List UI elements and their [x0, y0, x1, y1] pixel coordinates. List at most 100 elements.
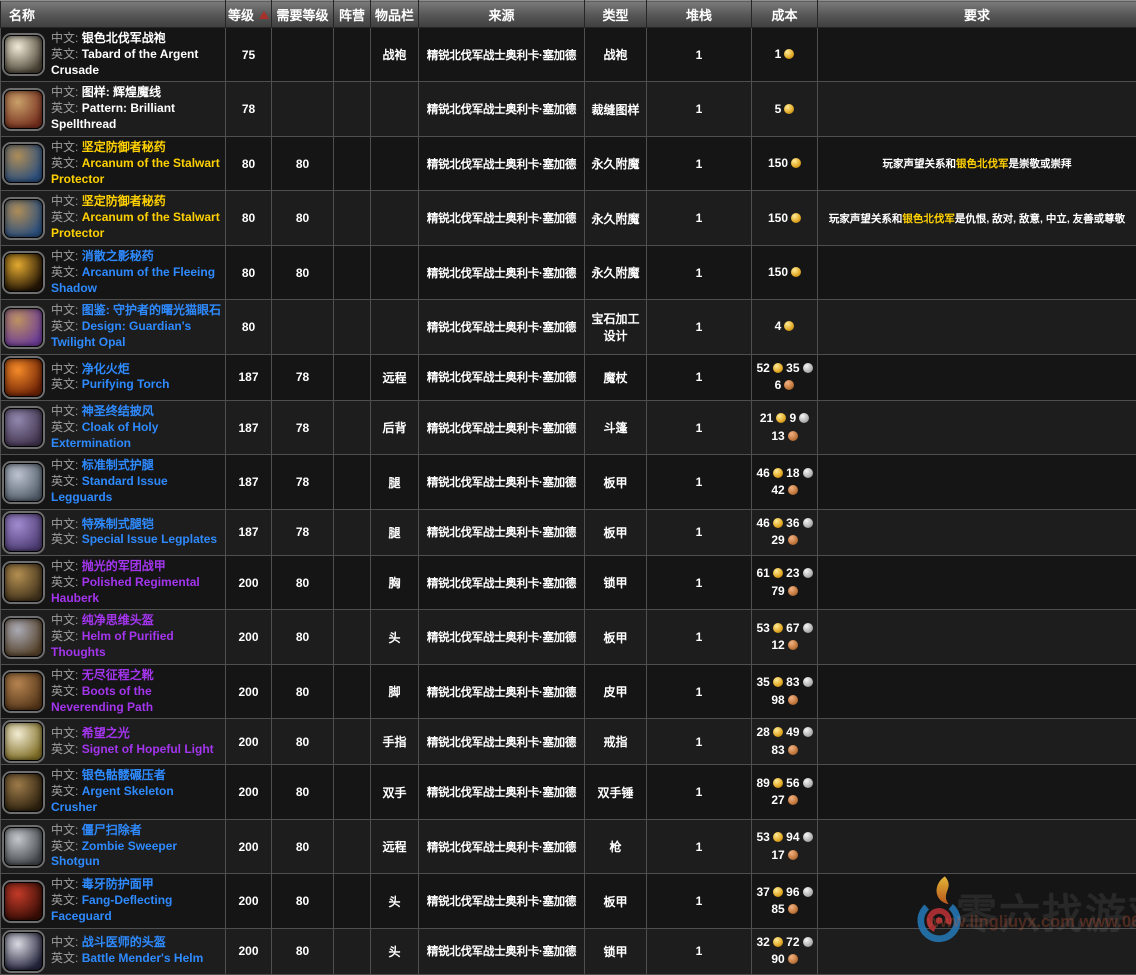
legplates-icon[interactable] [4, 513, 43, 552]
column-header-requirements[interactable]: 要求 [818, 1, 1136, 28]
cost-gold-silver: 53 67 [754, 620, 815, 637]
legguards-icon[interactable] [4, 463, 43, 502]
slot-cell: 头 [371, 610, 419, 664]
item-name-cn-link[interactable]: 消散之影秘药 [82, 249, 154, 263]
gold-coin-icon [791, 158, 801, 168]
item-name-cell: 中文: 无尽征程之靴 英文: Boots of the Neverending … [1, 664, 226, 718]
signet-ring-icon[interactable] [4, 722, 43, 761]
column-header-faction[interactable]: 阵营 [334, 1, 371, 28]
torch-icon[interactable] [4, 358, 43, 397]
column-header-name[interactable]: 名称 [1, 1, 226, 28]
item-name-en-link[interactable]: Battle Mender's Helm [82, 951, 204, 965]
column-label: 来源 [488, 8, 514, 23]
item-name-cn-link[interactable]: 希望之光 [82, 726, 130, 740]
item-name-en-link[interactable]: Signet of Hopeful Light [82, 742, 214, 756]
item-name-cell: 中文: 抛光的军团战甲 英文: Polished Regimental Haub… [1, 555, 226, 609]
source-cell: 精锐北伐军战士奥利卡·塞加德 [419, 354, 585, 400]
table-row: 中文: 图鉴: 守护者的曙光猫眼石 英文: Design: Guardian's… [1, 300, 1136, 354]
slot-cell: 后背 [371, 400, 419, 454]
item-name-cn-link[interactable]: 银色骷髅碾压者 [82, 768, 166, 782]
cost-cell: 150 [752, 245, 818, 299]
item-name-cn-link[interactable]: 图鉴: 守护者的曙光猫眼石 [82, 303, 221, 317]
faction-cell [334, 664, 371, 718]
item-name-cn-link[interactable]: 图样: 辉煌魔线 [82, 85, 161, 99]
required-level-cell: 78 [272, 400, 334, 454]
column-header-stack[interactable]: 堆栈 [647, 1, 752, 28]
slot-cell: 远程 [371, 354, 419, 400]
column-label: 要求 [964, 8, 990, 23]
item-name-cn-link[interactable]: 无尽征程之靴 [82, 668, 154, 682]
faction-cell [334, 28, 371, 82]
item-name-en-link[interactable]: Purifying Torch [82, 377, 170, 391]
cost-copper: 29 [754, 532, 815, 549]
silver-coin-icon [803, 468, 813, 478]
en-label: 英文: [51, 47, 78, 61]
two-hand-mace-icon[interactable] [4, 773, 43, 812]
faceguard-icon[interactable] [4, 882, 43, 921]
cost-cell: 35 83 98 [752, 664, 818, 718]
cloak-icon[interactable] [4, 408, 43, 447]
items-table: 名称 等级 需要等级 阵营 物品栏 来源 类型 堆栈 成本 要求 中文: 银色北… [0, 0, 1136, 975]
item-name-text: 中文: 银色北伐军战袍 英文: Tabard of the Argent Cru… [51, 31, 222, 78]
source-cell: 精锐北伐军战士奥利卡·塞加德 [419, 555, 585, 609]
shadow-arcanum-icon[interactable] [4, 253, 43, 292]
cn-label: 中文: [51, 362, 78, 376]
requirement-cell [818, 765, 1136, 819]
faction-cell [334, 300, 371, 354]
item-name-cell: 中文: 净化火炬 英文: Purifying Torch [1, 354, 226, 400]
shotgun-icon[interactable] [4, 827, 43, 866]
type-cell: 枪 [585, 819, 647, 873]
table-row: 中文: 无尽征程之靴 英文: Boots of the Neverending … [1, 664, 1136, 718]
boots-icon[interactable] [4, 672, 43, 711]
hauberk-icon[interactable] [4, 563, 43, 602]
helm-icon[interactable] [4, 618, 43, 657]
mender-helm-icon[interactable] [4, 932, 43, 971]
item-name-text: 中文: 坚定防御者秘药 英文: Arcanum of the Stalwart … [51, 194, 222, 241]
column-header-cost[interactable]: 成本 [752, 1, 818, 28]
cn-label: 中文: [51, 877, 78, 891]
type-cell: 锁甲 [585, 555, 647, 609]
design-scroll-icon[interactable] [4, 308, 43, 347]
column-header-slot[interactable]: 物品栏 [371, 1, 419, 28]
item-name-cn-link[interactable]: 坚定防御者秘药 [82, 194, 166, 208]
table-row: 中文: 神圣终结披风 英文: Cloak of Holy Exterminati… [1, 400, 1136, 454]
gold-coin-icon [791, 267, 801, 277]
pattern-scroll-icon[interactable] [4, 90, 43, 129]
slot-cell: 腿 [371, 455, 419, 509]
source-cell: 精锐北伐军战士奥利卡·塞加德 [419, 509, 585, 555]
faction-link[interactable]: 银色北伐军 [956, 158, 1009, 170]
requirement-cell [818, 555, 1136, 609]
item-name-cn-link[interactable]: 坚定防御者秘药 [82, 140, 166, 154]
item-name-cn-link[interactable]: 毒牙防护面甲 [82, 877, 154, 891]
cn-label: 中文: [51, 404, 78, 418]
cn-label: 中文: [51, 726, 78, 740]
column-header-level[interactable]: 等级 [226, 1, 272, 28]
column-header-source[interactable]: 来源 [419, 1, 585, 28]
item-name-cn-link[interactable]: 特殊制式腿铠 [82, 517, 154, 531]
column-header-required-level[interactable]: 需要等级 [272, 1, 334, 28]
item-name-cn-link[interactable]: 战斗医师的头盔 [82, 935, 166, 949]
silver-coin-icon [803, 778, 813, 788]
cost-gold-silver: 61 23 [754, 565, 815, 582]
item-name-en-link[interactable]: Special Issue Legplates [82, 532, 217, 546]
level-cell: 200 [226, 610, 272, 664]
item-name-cn-link[interactable]: 纯净思维头盔 [82, 613, 154, 627]
arcanum-shield-icon[interactable] [4, 199, 43, 238]
faction-link[interactable]: 银色北伐军 [902, 213, 955, 225]
table-row: 中文: 毒牙防护面甲 英文: Fang-Deflecting Faceguard… [1, 874, 1136, 928]
item-name-cn-link[interactable]: 标准制式护腿 [82, 458, 154, 472]
column-header-type[interactable]: 类型 [585, 1, 647, 28]
arcanum-shield-icon[interactable] [4, 144, 43, 183]
item-name-cn-link[interactable]: 抛光的军团战甲 [82, 559, 166, 573]
source-cell: 精锐北伐军战士奥利卡·塞加德 [419, 928, 585, 974]
cn-label: 中文: [51, 823, 78, 837]
tabard-icon[interactable] [4, 35, 43, 74]
item-name-text: 中文: 战斗医师的头盔 英文: Battle Mender's Helm [51, 935, 203, 967]
item-name-cn-link[interactable]: 净化火炬 [82, 362, 130, 376]
item-name-cn-link[interactable]: 僵尸扫除者 [82, 823, 142, 837]
gold-coin-icon [784, 104, 794, 114]
table-row: 中文: 银色骷髅碾压者 英文: Argent Skeleton Crusher … [1, 765, 1136, 819]
copper-coin-icon [788, 695, 798, 705]
item-name-cn-link[interactable]: 神圣终结披风 [82, 404, 154, 418]
item-name-cn-link[interactable]: 银色北伐军战袍 [82, 31, 166, 45]
